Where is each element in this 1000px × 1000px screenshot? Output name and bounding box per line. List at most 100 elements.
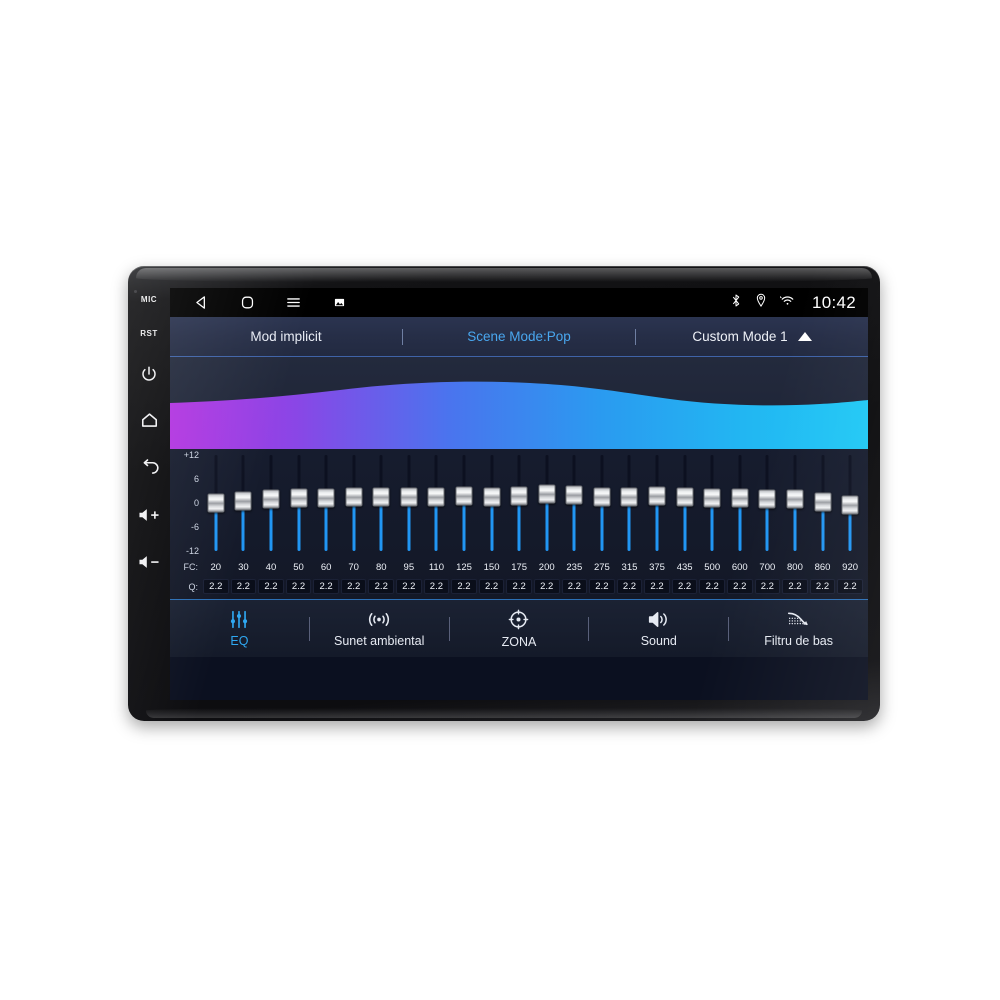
eq-band[interactable] <box>340 449 368 599</box>
eq-band[interactable] <box>726 449 754 599</box>
fc-value[interactable]: 30 <box>230 562 258 573</box>
q-value[interactable]: 2.2 <box>258 579 284 594</box>
q-value[interactable]: 2.2 <box>478 579 505 594</box>
q-value[interactable]: 2.2 <box>726 579 753 594</box>
eq-band[interactable] <box>478 449 506 599</box>
eq-slider[interactable] <box>588 449 616 557</box>
q-value[interactable]: 2.2 <box>533 579 560 594</box>
eq-slider-thumb[interactable] <box>427 487 445 507</box>
eq-slider[interactable] <box>450 449 478 557</box>
fc-value[interactable]: 110 <box>423 562 451 573</box>
fc-value[interactable]: 375 <box>643 562 671 573</box>
eq-band[interactable] <box>643 449 671 599</box>
eq-slider[interactable] <box>533 449 561 557</box>
eq-band[interactable] <box>367 449 395 599</box>
eq-band[interactable] <box>450 449 478 599</box>
fc-value[interactable]: 235 <box>561 562 589 573</box>
fc-value[interactable]: 920 <box>836 562 864 573</box>
q-value[interactable]: 2.2 <box>203 579 229 594</box>
power-key[interactable] <box>128 350 170 397</box>
eq-slider[interactable] <box>781 449 809 557</box>
fc-value[interactable]: 150 <box>478 562 506 573</box>
eq-band[interactable] <box>285 449 313 599</box>
eq-band[interactable] <box>230 449 258 599</box>
nav-screenshot-button[interactable] <box>316 297 362 308</box>
eq-band[interactable] <box>312 449 340 599</box>
q-value[interactable]: 2.2 <box>837 579 863 594</box>
fc-value[interactable]: 175 <box>505 562 533 573</box>
volume-down-key[interactable] <box>128 538 170 585</box>
eq-slider-thumb[interactable] <box>814 492 831 512</box>
eq-slider[interactable] <box>367 449 395 557</box>
fc-value[interactable]: 275 <box>588 562 616 573</box>
default-mode-button[interactable]: Mod implicit <box>170 329 402 344</box>
q-value[interactable]: 2.2 <box>506 579 532 594</box>
fc-value[interactable]: 125 <box>450 562 478 573</box>
tab-surround[interactable]: Sunet ambiental <box>310 600 449 657</box>
eq-slider-thumb[interactable] <box>731 488 749 508</box>
eq-band[interactable] <box>671 449 699 599</box>
fc-value[interactable]: 20 <box>202 562 230 573</box>
back-key[interactable] <box>128 444 170 491</box>
eq-band[interactable] <box>836 449 864 599</box>
eq-band[interactable] <box>257 449 285 599</box>
fc-value[interactable]: 95 <box>395 562 423 573</box>
q-value[interactable]: 2.2 <box>561 579 588 594</box>
nav-home-button[interactable] <box>224 294 270 311</box>
eq-slider-thumb[interactable] <box>290 488 308 508</box>
eq-slider[interactable] <box>478 449 506 557</box>
eq-slider-thumb[interactable] <box>620 487 638 507</box>
fc-value[interactable]: 700 <box>754 562 782 573</box>
eq-slider[interactable] <box>643 449 671 557</box>
volume-up-key[interactable] <box>128 491 170 538</box>
eq-slider[interactable] <box>671 449 699 557</box>
eq-slider[interactable] <box>423 449 451 557</box>
fc-value[interactable]: 800 <box>781 562 809 573</box>
q-value[interactable]: 2.2 <box>313 579 339 594</box>
eq-band[interactable] <box>754 449 782 599</box>
eq-slider-thumb[interactable] <box>786 489 804 509</box>
q-value[interactable]: 2.2 <box>782 579 808 594</box>
q-value[interactable]: 2.2 <box>340 579 367 594</box>
fc-value[interactable]: 315 <box>616 562 644 573</box>
eq-band[interactable] <box>781 449 809 599</box>
eq-slider-thumb[interactable] <box>483 487 501 507</box>
tab-zone[interactable]: ZONA <box>450 600 589 657</box>
eq-band[interactable] <box>809 449 837 599</box>
q-value[interactable]: 2.2 <box>285 579 312 594</box>
eq-slider[interactable] <box>505 449 533 557</box>
fc-value[interactable]: 435 <box>671 562 699 573</box>
tab-sound[interactable]: Sound <box>589 600 728 657</box>
eq-slider[interactable] <box>836 449 864 557</box>
eq-slider[interactable] <box>202 449 230 557</box>
custom-mode-button[interactable]: Custom Mode 1 <box>636 329 868 344</box>
nav-back-button[interactable] <box>178 294 224 311</box>
fc-value[interactable]: 50 <box>285 562 313 573</box>
eq-slider-thumb[interactable] <box>565 485 583 505</box>
q-value[interactable]: 2.2 <box>589 579 615 594</box>
triangle-up-icon[interactable] <box>797 332 812 341</box>
tab-bassfilter[interactable]: Filtru de bas <box>729 600 868 657</box>
eq-slider[interactable] <box>285 449 313 557</box>
eq-slider[interactable] <box>698 449 726 557</box>
q-value[interactable]: 2.2 <box>644 579 670 594</box>
scene-mode-button[interactable]: Scene Mode:Pop <box>403 329 635 344</box>
eq-band[interactable] <box>698 449 726 599</box>
eq-band[interactable] <box>423 449 451 599</box>
nav-recents-button[interactable] <box>270 294 316 311</box>
eq-slider-thumb[interactable] <box>703 488 721 508</box>
q-value[interactable]: 2.2 <box>230 579 257 594</box>
tab-eq[interactable]: EQ <box>170 600 309 657</box>
fc-value[interactable]: 860 <box>809 562 837 573</box>
eq-slider[interactable] <box>395 449 423 557</box>
eq-slider-thumb[interactable] <box>372 487 390 507</box>
eq-slider-thumb[interactable] <box>758 489 776 509</box>
eq-slider-thumb[interactable] <box>538 484 556 504</box>
eq-slider-thumb[interactable] <box>345 487 363 507</box>
fc-value[interactable]: 40 <box>257 562 285 573</box>
eq-slider-thumb[interactable] <box>234 491 252 511</box>
eq-band[interactable] <box>505 449 533 599</box>
eq-band[interactable] <box>588 449 616 599</box>
q-value[interactable]: 2.2 <box>754 579 781 594</box>
eq-band[interactable] <box>533 449 561 599</box>
